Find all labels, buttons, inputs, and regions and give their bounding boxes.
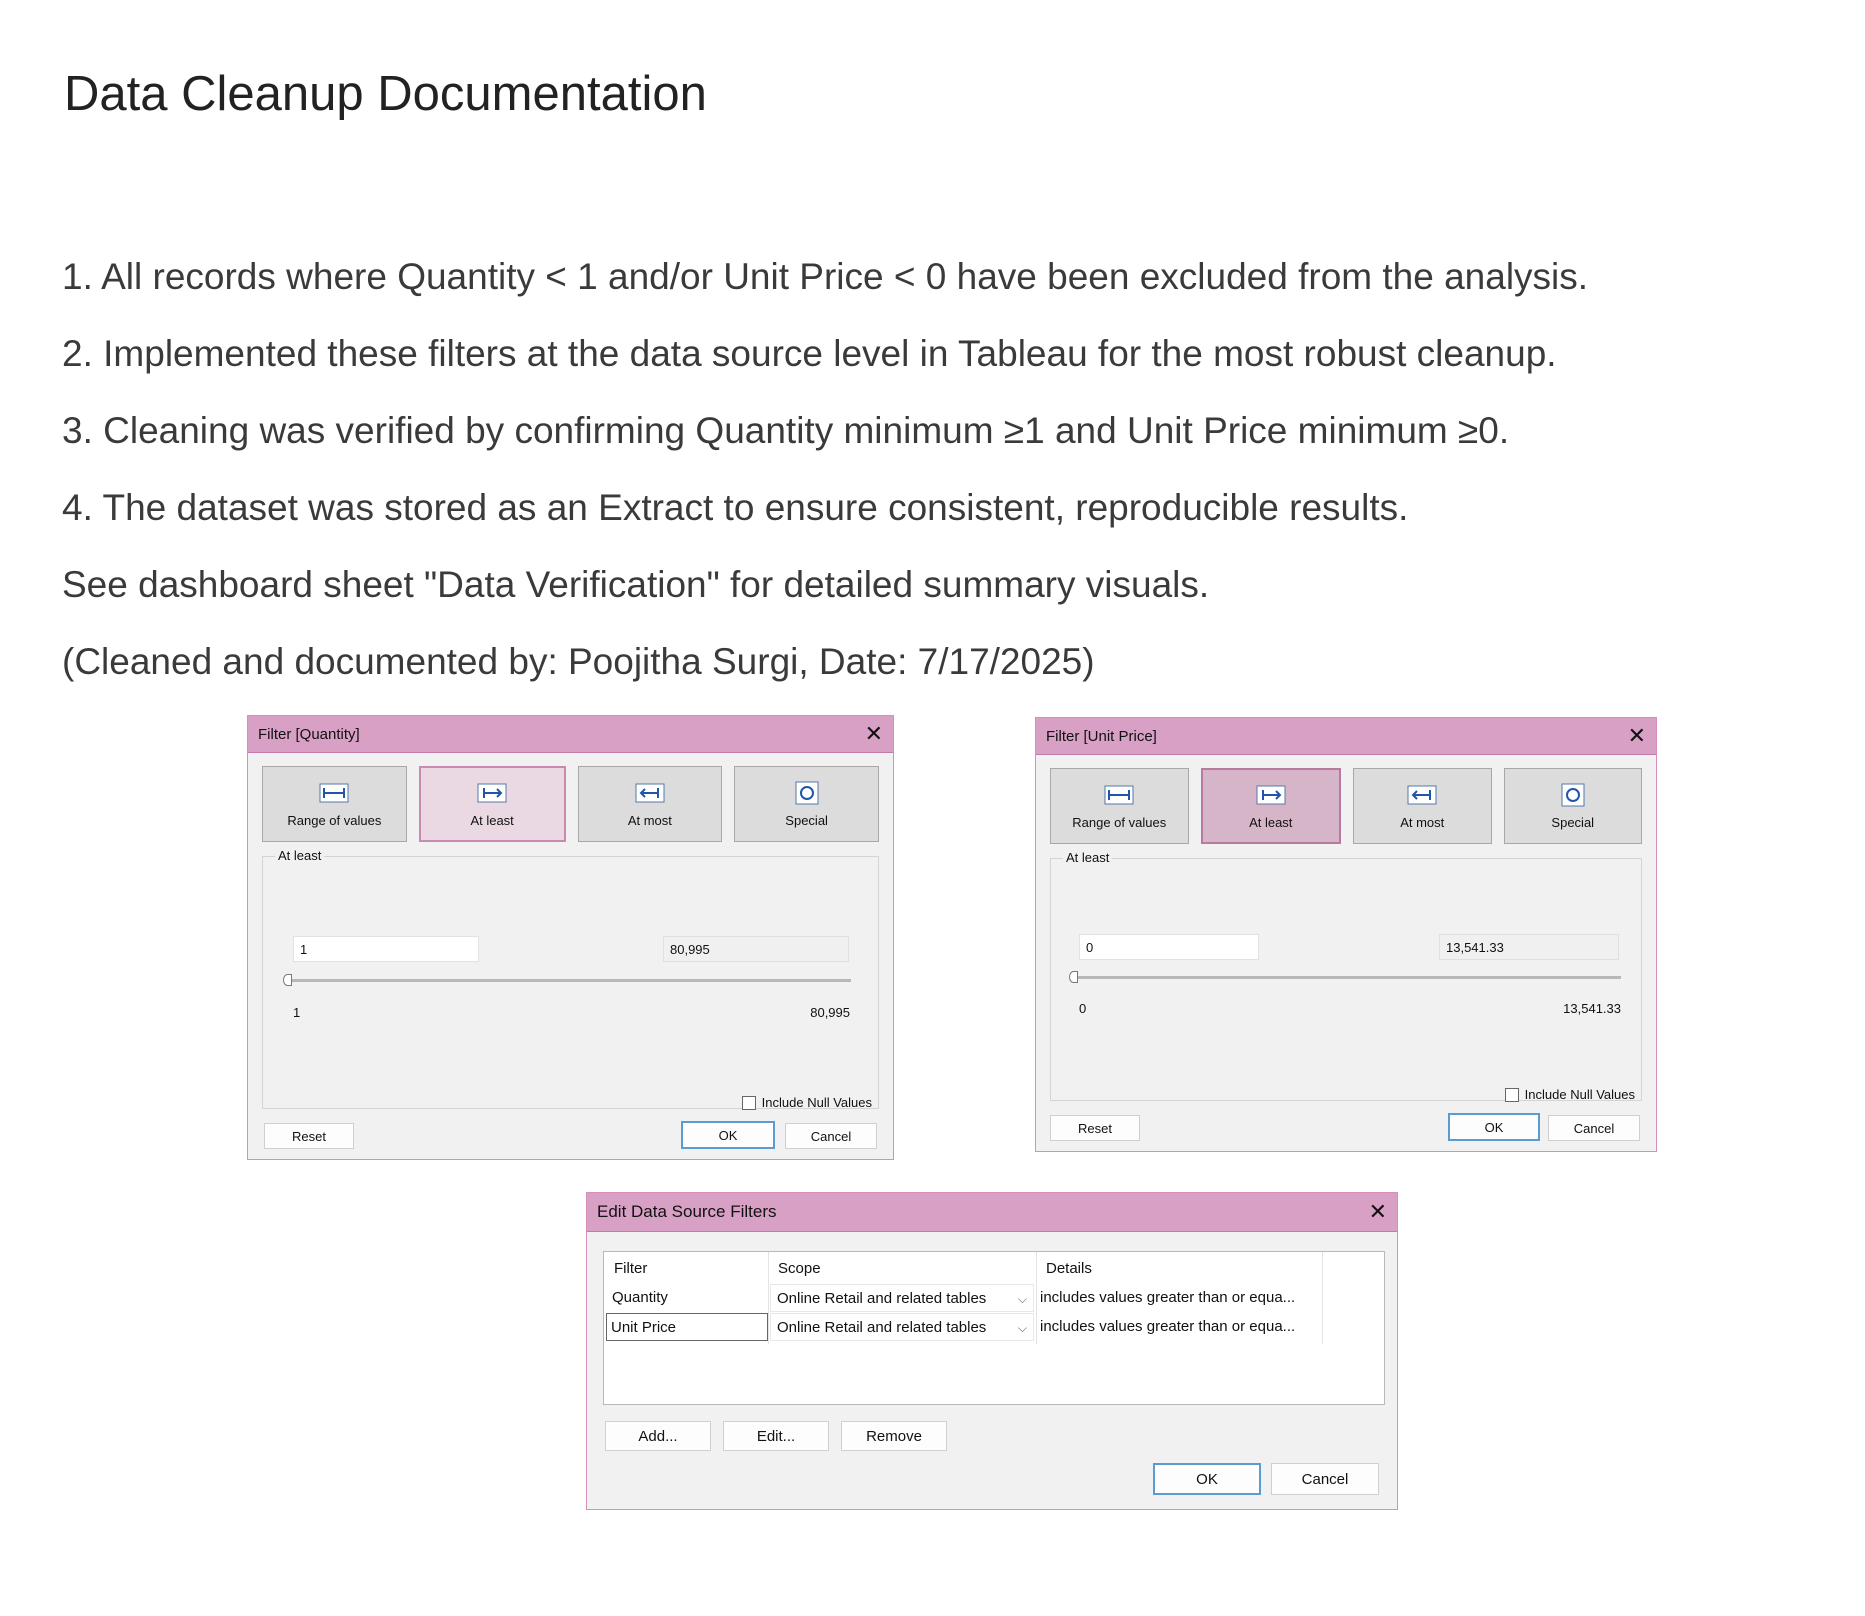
at-least-icon bbox=[1256, 785, 1286, 804]
ok-button[interactable]: OK bbox=[1448, 1113, 1540, 1141]
range-min-label: 1 bbox=[293, 1005, 301, 1020]
cancel-button[interactable]: Cancel bbox=[1548, 1115, 1640, 1141]
checkbox-box[interactable] bbox=[1504, 1087, 1519, 1102]
documentation-notes: 1. All records where Quantity < 1 and/or… bbox=[62, 250, 1588, 712]
page-title: Data Cleanup Documentation bbox=[64, 67, 707, 121]
filter-unit-price-dialog: Filter [Unit Price] ✕ Range of values At… bbox=[1035, 717, 1657, 1152]
special-icon bbox=[1561, 783, 1585, 806]
at-least-icon bbox=[477, 783, 507, 802]
checkbox-box[interactable] bbox=[741, 1095, 756, 1110]
range-of-values-icon bbox=[319, 783, 349, 802]
chevron-down-icon[interactable]: ⌵ bbox=[1018, 1285, 1027, 1311]
close-icon[interactable]: ✕ bbox=[865, 723, 883, 745]
range-slider-handle[interactable] bbox=[283, 974, 292, 986]
column-header-filter: Filter bbox=[614, 1260, 648, 1277]
details-cell: includes values greater than or equa... bbox=[1040, 1318, 1296, 1335]
checkbox-label: Include Null Values bbox=[761, 1095, 872, 1110]
at-least-group: At least 0 13,541.33 0 13,541.33 Include… bbox=[1050, 850, 1642, 1102]
note-line: 3. Cleaning was verified by confirming Q… bbox=[62, 410, 1510, 451]
dialog-titlebar: Filter [Quantity] ✕ bbox=[248, 716, 893, 753]
group-label: At least bbox=[1063, 850, 1113, 865]
dialog-titlebar: Filter [Unit Price] ✕ bbox=[1036, 718, 1656, 755]
tab-label: At least bbox=[1249, 814, 1293, 830]
tab-at-least[interactable]: At least bbox=[1200, 768, 1341, 844]
tab-label: Special bbox=[1551, 814, 1595, 830]
edit-filter-button[interactable]: Edit... bbox=[723, 1421, 829, 1451]
min-value-input[interactable]: 0 bbox=[1079, 934, 1259, 960]
tab-at-least[interactable]: At least bbox=[418, 766, 566, 842]
range-slider-handle[interactable] bbox=[1069, 971, 1078, 983]
scope-dropdown[interactable]: Online Retail and related tables ⌵ bbox=[770, 1284, 1034, 1312]
cancel-button[interactable]: Cancel bbox=[1271, 1463, 1379, 1495]
scope-value: Online Retail and related tables bbox=[777, 1290, 987, 1307]
at-most-icon bbox=[635, 783, 665, 802]
dialog-title: Edit Data Source Filters bbox=[597, 1202, 777, 1221]
tab-label: Special bbox=[785, 812, 828, 828]
chevron-down-icon[interactable]: ⌵ bbox=[1018, 1314, 1027, 1340]
note-line: 4. The dataset was stored as an Extract … bbox=[62, 487, 1409, 528]
tab-range-of-values[interactable]: Range of values bbox=[1050, 768, 1189, 844]
special-icon bbox=[795, 781, 819, 804]
close-icon[interactable]: ✕ bbox=[1369, 1201, 1387, 1223]
min-value-input[interactable]: 1 bbox=[293, 936, 479, 962]
filters-table: Filter Scope Details Quantity Online Ret… bbox=[603, 1251, 1385, 1405]
details-cell: includes values greater than or equa... bbox=[1040, 1289, 1296, 1306]
reset-button[interactable]: Reset bbox=[264, 1123, 354, 1149]
tab-at-most[interactable]: At most bbox=[577, 766, 723, 842]
filter-mode-tabs: Range of values At least At most Special bbox=[262, 766, 879, 842]
tab-label: At least bbox=[470, 812, 514, 828]
group-label: At least bbox=[275, 848, 325, 863]
scope-value: Online Retail and related tables bbox=[777, 1319, 987, 1336]
checkbox-label: Include Null Values bbox=[1524, 1087, 1635, 1102]
range-min-label: 0 bbox=[1079, 1001, 1087, 1016]
filter-mode-tabs: Range of values At least At most Special bbox=[1050, 768, 1642, 844]
column-divider bbox=[1322, 1252, 1323, 1344]
note-line: (Cleaned and documented by: Poojitha Sur… bbox=[62, 641, 1095, 682]
tab-label: Range of values bbox=[287, 812, 382, 828]
column-divider bbox=[1036, 1252, 1037, 1344]
note-line: See dashboard sheet "Data Verification" … bbox=[62, 564, 1210, 605]
range-max-label: 13,541.33 bbox=[1563, 1001, 1621, 1016]
max-value-display: 13,541.33 bbox=[1439, 934, 1619, 960]
range-max-label: 80,995 bbox=[810, 1005, 850, 1020]
tab-label: Range of values bbox=[1072, 814, 1167, 830]
tab-range-of-values[interactable]: Range of values bbox=[262, 766, 407, 842]
remove-filter-button[interactable]: Remove bbox=[841, 1421, 947, 1451]
column-header-details: Details bbox=[1046, 1260, 1092, 1277]
include-null-values-checkbox[interactable]: Include Null Values bbox=[1504, 1087, 1635, 1102]
filter-cell-selected[interactable]: Unit Price bbox=[606, 1313, 768, 1341]
include-null-values-checkbox[interactable]: Include Null Values bbox=[741, 1095, 872, 1110]
tab-label: At most bbox=[1400, 814, 1445, 830]
filter-cell[interactable]: Quantity bbox=[608, 1284, 768, 1312]
max-value-display: 80,995 bbox=[663, 936, 849, 962]
tab-at-most[interactable]: At most bbox=[1353, 768, 1492, 844]
edit-data-source-filters-dialog: Edit Data Source Filters ✕ Filter Scope … bbox=[586, 1192, 1398, 1510]
ok-button[interactable]: OK bbox=[1153, 1463, 1261, 1495]
range-slider-track[interactable] bbox=[1073, 976, 1621, 979]
cancel-button[interactable]: Cancel bbox=[785, 1123, 877, 1149]
tab-special[interactable]: Special bbox=[1503, 768, 1642, 844]
tab-special[interactable]: Special bbox=[734, 766, 879, 842]
reset-button[interactable]: Reset bbox=[1050, 1115, 1140, 1141]
scope-dropdown[interactable]: Online Retail and related tables ⌵ bbox=[770, 1313, 1034, 1341]
add-filter-button[interactable]: Add... bbox=[605, 1421, 711, 1451]
dialog-title: Filter [Quantity] bbox=[258, 725, 360, 743]
dialog-title: Filter [Unit Price] bbox=[1046, 727, 1157, 745]
at-most-icon bbox=[1407, 785, 1437, 804]
tab-label: At most bbox=[627, 812, 672, 828]
column-divider bbox=[768, 1252, 769, 1344]
at-least-group: At least 1 80,995 1 80,995 Include Null … bbox=[262, 848, 879, 1110]
range-slider-track[interactable] bbox=[287, 979, 851, 982]
ok-button[interactable]: OK bbox=[681, 1121, 775, 1149]
range-of-values-icon bbox=[1104, 785, 1134, 804]
note-line: 1. All records where Quantity < 1 and/or… bbox=[62, 256, 1589, 297]
column-header-scope: Scope bbox=[778, 1260, 821, 1277]
filter-quantity-dialog: Filter [Quantity] ✕ Range of values At l… bbox=[247, 715, 894, 1160]
dialog-titlebar: Edit Data Source Filters ✕ bbox=[587, 1193, 1397, 1232]
note-line: 2. Implemented these filters at the data… bbox=[62, 333, 1557, 374]
close-icon[interactable]: ✕ bbox=[1628, 725, 1646, 747]
